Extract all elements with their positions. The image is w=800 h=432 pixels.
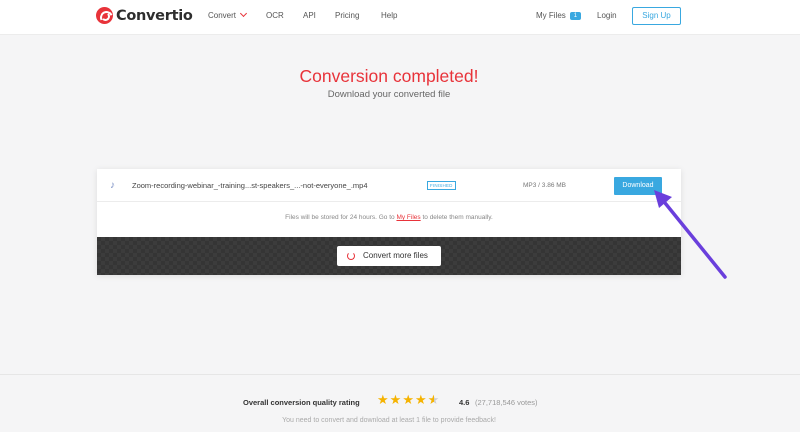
notice-text-after: to delete them manually. [420,214,493,221]
signup-button[interactable]: Sign Up [632,7,681,25]
nav-help[interactable]: Help [381,11,397,20]
convertio-logo-icon [96,7,113,24]
my-files-count-badge: 1 [569,12,582,20]
file-row: ♪ Zoom-recording-webinar_-training...st-… [97,169,681,202]
login-link[interactable]: Login [597,11,617,20]
rating-stars: ★ ★ ★ ★ ★ [377,393,440,407]
top-header: Convertio Convert OCR API Pricing Help M… [0,0,800,35]
page-title: Conversion completed! [299,66,479,86]
logo[interactable]: Convertio [96,7,193,24]
nav-convert[interactable]: Convert [208,9,248,20]
music-note-icon: ♪ [110,180,115,191]
my-files-link[interactable]: My Files 1 [536,11,582,20]
nav-api[interactable]: API [303,11,316,20]
rating-votes: (27,718,546 votes) [475,398,538,407]
convert-more-label: Convert more files [363,251,428,260]
feedback-footnote: You need to convert and download at leas… [282,417,496,424]
page-subtitle: Download your converted file [327,89,451,100]
conversion-card: ♪ Zoom-recording-webinar_-training...st-… [97,169,681,275]
notice-text-before: Files will be stored for 24 hours. Go to [285,214,397,221]
nav-ocr[interactable]: OCR [266,11,284,20]
star-icon: ★ [377,392,389,407]
file-name: Zoom-recording-webinar_-training...st-sp… [132,181,368,190]
star-icon: ★ [402,392,414,407]
convert-more-band: Convert more files [97,237,681,275]
rating-score: 4.6 [459,398,470,407]
storage-notice: Files will be stored for 24 hours. Go to… [97,214,681,221]
annotation-arrow-icon [654,190,727,279]
star-icon: ★ [414,392,427,407]
my-files-label: My Files [536,11,566,20]
footer-rating: Overall conversion quality rating ★ ★ ★ … [0,374,800,432]
star-half-icon: ★ [427,392,440,407]
status-badge: FINISHED [427,181,456,190]
nav-pricing[interactable]: Pricing [335,11,359,20]
my-files-notice-link[interactable]: My Files [396,214,420,221]
refresh-icon [347,252,355,260]
convert-more-button[interactable]: Convert more files [337,246,441,266]
chevron-down-icon [239,9,248,18]
logo-text: Convertio [116,7,193,24]
star-icon: ★ [389,392,402,407]
rating-label: Overall conversion quality rating [243,398,360,407]
file-format-size: MP3 / 3.86 MB [523,182,566,189]
nav-convert-label: Convert [208,11,237,20]
